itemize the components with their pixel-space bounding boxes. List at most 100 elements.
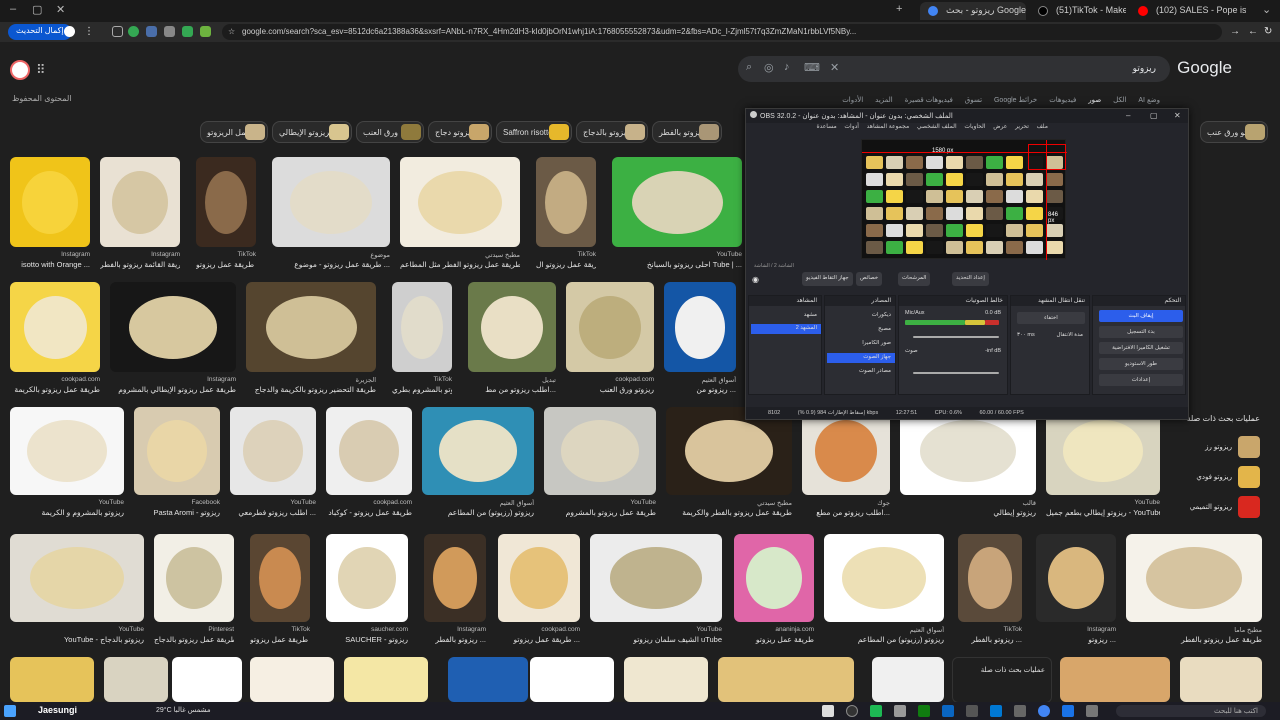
image-title[interactable]: طريقة عمل ريزوتو ...: [498, 635, 580, 644]
task-view-icon[interactable]: [1086, 705, 1098, 717]
image-result[interactable]: [10, 657, 94, 702]
image-result[interactable]: [422, 407, 534, 495]
image-source[interactable]: جوك: [802, 499, 890, 507]
minimize-icon[interactable]: –: [10, 3, 16, 15]
image-title[interactable]: طريقة عمل ريزوتو - كوكباد: [326, 508, 412, 517]
obs-preview[interactable]: 1580 px 846 px: [861, 139, 1067, 260]
image-title[interactable]: isotto with Orange ...: [10, 260, 90, 269]
image-source[interactable]: Instagram: [100, 251, 180, 258]
image-title[interactable]: طريقة التحضير ريزوتو بالكريمة والدجاج: [246, 385, 376, 394]
image-source[interactable]: cookpad.com: [10, 376, 100, 383]
reload-icon[interactable]: ↻: [1264, 26, 1275, 37]
obs-minimize-icon[interactable]: –: [1126, 111, 1130, 120]
image-result[interactable]: [1060, 657, 1170, 702]
obs-duration-input[interactable]: ٣٠٠ ms: [1017, 332, 1035, 338]
tab-youtube[interactable]: (102) SALES - Pope is a rockstar: [1130, 2, 1246, 20]
related-search-item[interactable]: ريزوتو رز: [1168, 436, 1260, 458]
image-title[interactable]: طريقة عمل ريزوتو: [734, 635, 814, 644]
image-result[interactable]: [664, 282, 736, 372]
search-chip[interactable]: ورق العنب: [356, 121, 424, 143]
search-chip[interactable]: ريزوتو ورق عنب: [1200, 121, 1268, 143]
tab-images[interactable]: صور: [1088, 97, 1101, 104]
image-source[interactable]: TikTok: [536, 251, 596, 258]
tab-more[interactable]: المزيد: [875, 97, 893, 104]
update-button[interactable]: إكمال التحديث: [8, 24, 72, 40]
obs-volume-slider[interactable]: [913, 336, 999, 338]
obs-source-item[interactable]: مصبح: [878, 326, 891, 332]
obs-scene-item[interactable]: مشهد: [804, 312, 817, 318]
back-icon[interactable]: ←: [1248, 26, 1259, 37]
obs-menu-view[interactable]: عرض: [993, 124, 1007, 130]
close-window-icon[interactable]: ✕: [56, 3, 65, 16]
image-result[interactable]: [900, 407, 1036, 495]
obs-taskbar-icon[interactable]: [846, 705, 858, 717]
obs-menu-tools[interactable]: أدوات: [844, 124, 859, 130]
image-result[interactable]: [824, 534, 944, 622]
image-title[interactable]: اطلب ريزوتو من مط...: [468, 385, 556, 394]
tab-shopping[interactable]: تسوق: [965, 97, 982, 104]
image-source[interactable]: Instagram: [1036, 626, 1116, 633]
image-result[interactable]: [530, 657, 614, 702]
profile-icon[interactable]: [64, 26, 75, 37]
image-result[interactable]: [250, 534, 310, 622]
image-result[interactable]: [10, 407, 124, 495]
search-chip[interactable]: Saffron risotto: [496, 121, 572, 143]
obs-source-item[interactable]: ديكورات: [872, 312, 891, 318]
image-result[interactable]: [802, 407, 890, 495]
shield-icon[interactable]: [182, 26, 193, 37]
image-result[interactable]: [400, 157, 520, 247]
tab-maps[interactable]: خرائط Google: [994, 97, 1037, 104]
image-source[interactable]: أسواق العثيم: [664, 376, 736, 384]
image-result[interactable]: [468, 282, 556, 372]
search-input[interactable]: ⌕ ◎ ♪ ⌨ ✕ ريزوتو: [738, 56, 1170, 82]
image-source[interactable]: TikTok: [250, 626, 310, 633]
obs-scene-item-selected[interactable]: المشهد 2: [751, 324, 821, 334]
image-result[interactable]: [1126, 534, 1262, 622]
extension-icon[interactable]: [112, 26, 123, 37]
chrome-icon[interactable]: [1038, 705, 1050, 717]
extension-grey-icon[interactable]: [164, 26, 175, 37]
search-chip[interactable]: ريزوتو دجاج: [428, 121, 492, 143]
image-result[interactable]: [544, 407, 656, 495]
image-result[interactable]: [448, 657, 528, 702]
search-chip[interactable]: ريزوتو بالفطر: [652, 121, 722, 143]
image-title[interactable]: طريقة عمل ريزوتو بالفطر: [1126, 635, 1262, 644]
app-icon[interactable]: [1014, 705, 1026, 717]
image-source[interactable]: cookpad.com: [566, 376, 654, 383]
image-title[interactable]: طريقة عمل ريزوتو ال...: [536, 260, 596, 269]
image-title[interactable]: طريقة عمل ريزوتو - موضوع ...: [272, 260, 390, 269]
image-source[interactable]: موضوع: [272, 251, 390, 259]
image-result[interactable]: [230, 407, 316, 495]
image-result[interactable]: [1036, 534, 1116, 622]
image-title[interactable]: ريزوتو (رزيوتو) من المطاعم: [422, 508, 534, 517]
image-title[interactable]: طريقة عمل ريزوتو الإيطالي بالمشروم: [110, 385, 236, 394]
image-title[interactable]: ريزوتو ...: [1036, 635, 1116, 644]
image-title[interactable]: احلى ريزوتو بالسبانخ Tube | ...: [612, 260, 742, 269]
image-result[interactable]: [1046, 407, 1160, 495]
image-result[interactable]: [154, 534, 234, 622]
tab-all[interactable]: الكل: [1113, 97, 1126, 104]
settings-icon[interactable]: [894, 705, 906, 717]
image-source[interactable]: ananinja.com: [734, 626, 814, 633]
image-result[interactable]: [734, 534, 814, 622]
image-title[interactable]: طريقة عمل ريزوتو الفطر مثل المطاعم: [400, 260, 520, 269]
spotify-icon[interactable]: [870, 705, 882, 717]
obs-source-item-selected[interactable]: جهاز الصوت: [827, 353, 895, 363]
search-chip[interactable]: الريزوتو الإيطالي: [272, 121, 352, 143]
image-result[interactable]: [10, 282, 100, 372]
search-icon[interactable]: ⌕: [746, 61, 752, 74]
tab-videos[interactable]: فيديوهات: [1049, 97, 1076, 104]
image-title[interactable]: طريقة عمل ريزوتو ...: [196, 260, 256, 269]
image-title[interactable]: طريقة عمل ريزوتو ...: [250, 635, 310, 644]
image-source[interactable]: قالب: [900, 499, 1036, 507]
obs-virtual-camera-button[interactable]: تشغيل الكاميرا الافتراضية: [1099, 342, 1183, 354]
image-result[interactable]: [196, 157, 256, 247]
related-search-item[interactable]: ريزوتو فودي: [1168, 466, 1260, 488]
google-logo[interactable]: Google: [1177, 58, 1232, 78]
obs-transition-select[interactable]: اختفاء: [1017, 312, 1085, 324]
image-source[interactable]: Pinterest: [154, 626, 234, 633]
image-result[interactable]: [958, 534, 1022, 622]
address-bar[interactable]: ☆ google.com/search?sca_esv=8512dc6a2138…: [222, 24, 1222, 40]
image-result[interactable]: [134, 407, 220, 495]
image-title[interactable]: طريقة عمل ريزوتو بالمشروم: [544, 508, 656, 517]
